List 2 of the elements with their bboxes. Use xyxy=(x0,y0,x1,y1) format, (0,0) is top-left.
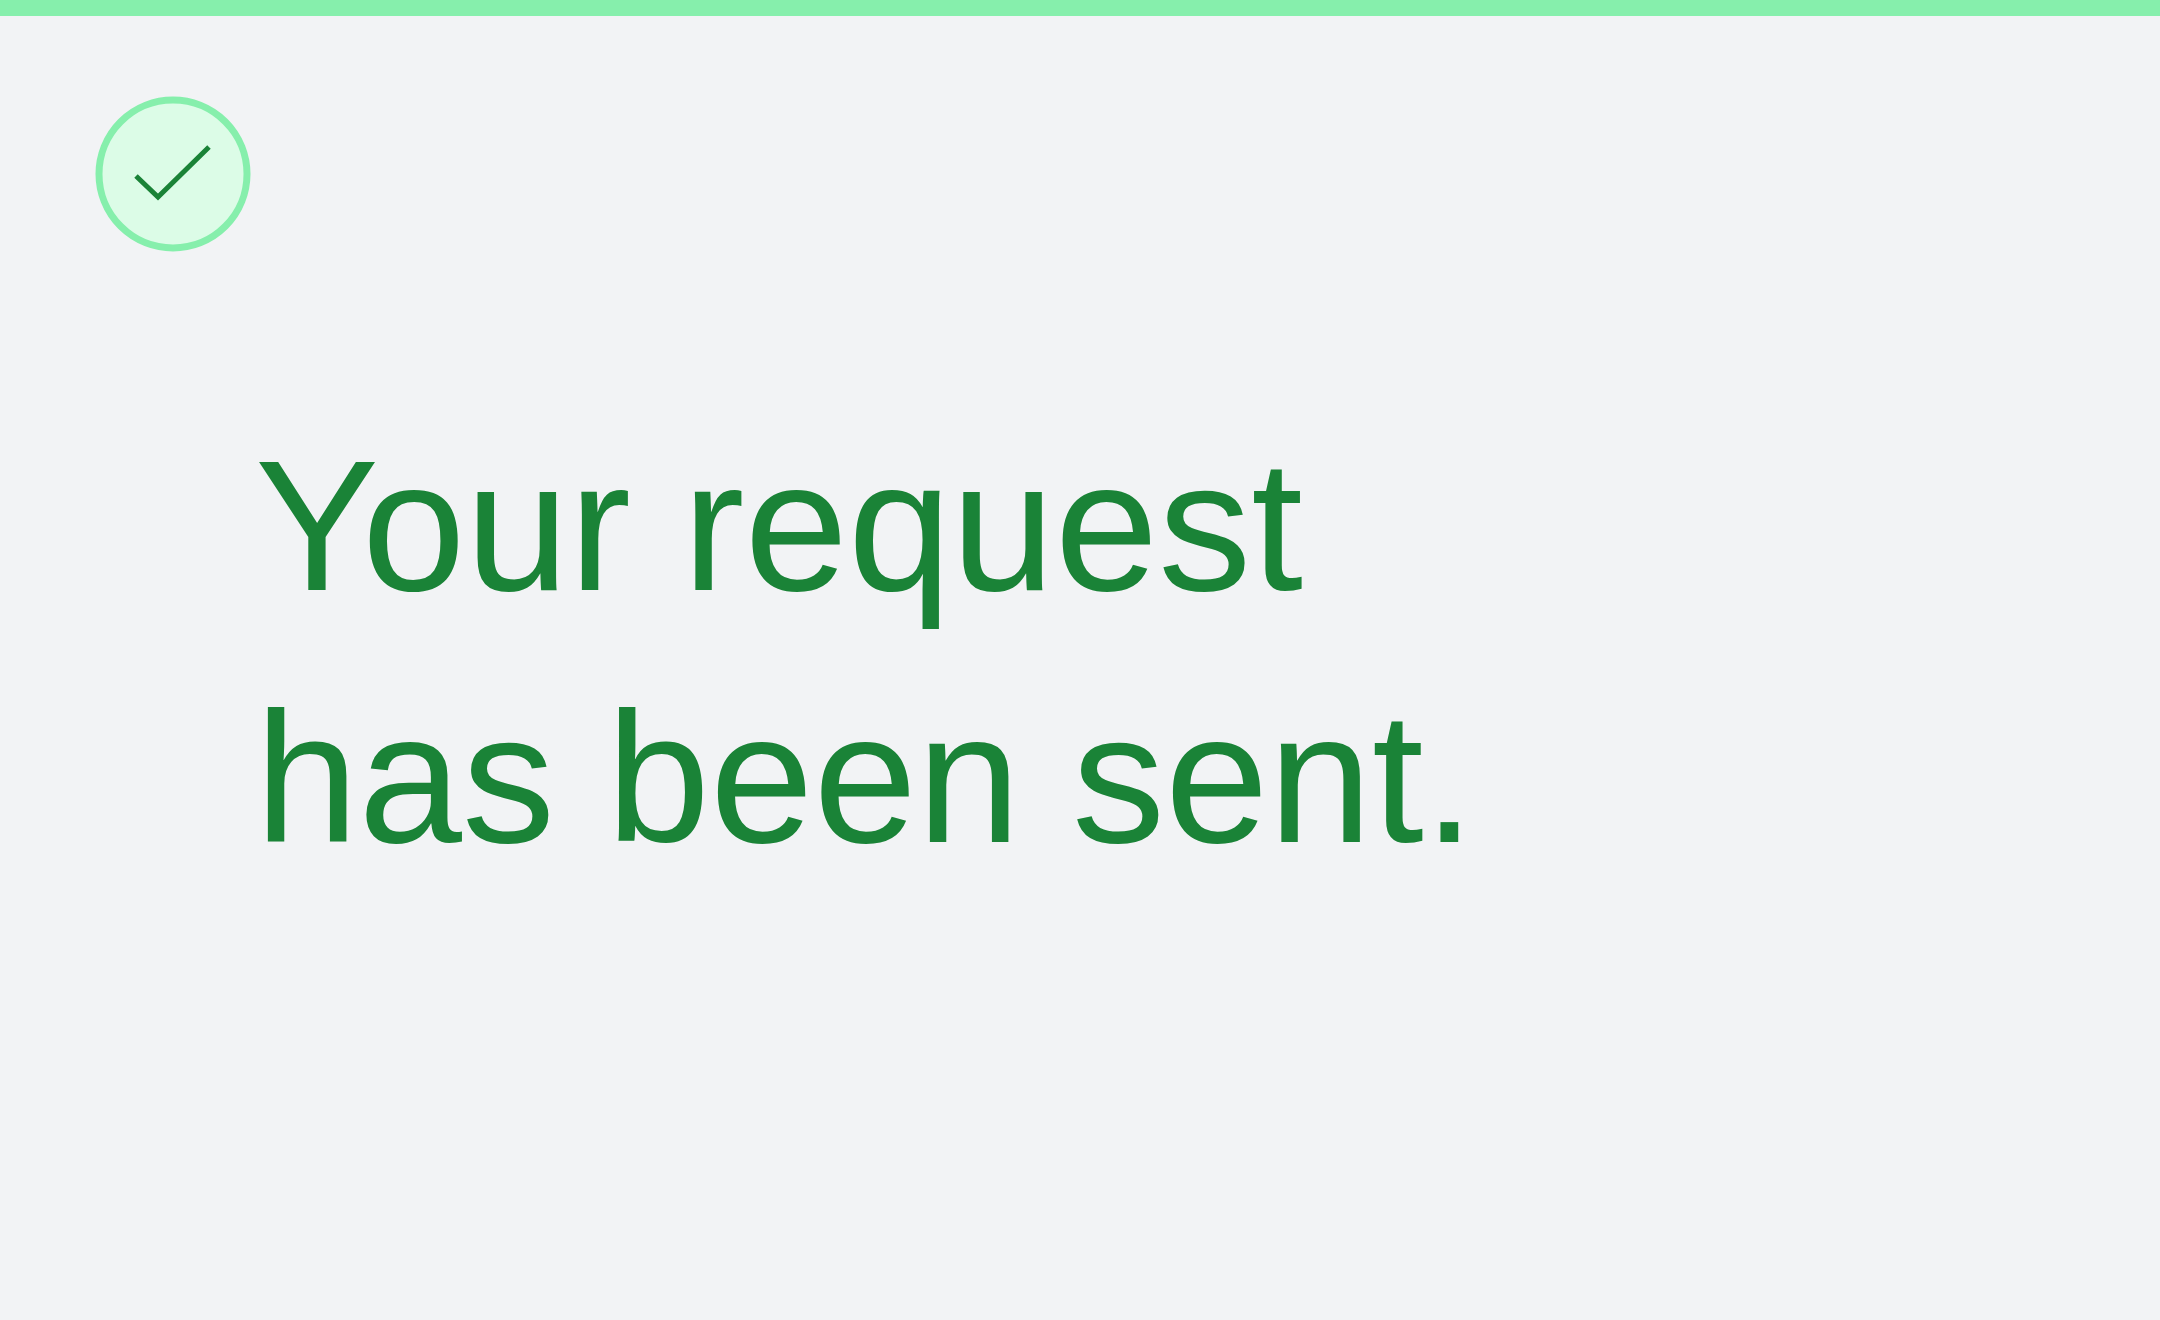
check-circle-icon xyxy=(95,96,251,252)
confirmation-message: Your request has been sent. xyxy=(255,421,1477,883)
